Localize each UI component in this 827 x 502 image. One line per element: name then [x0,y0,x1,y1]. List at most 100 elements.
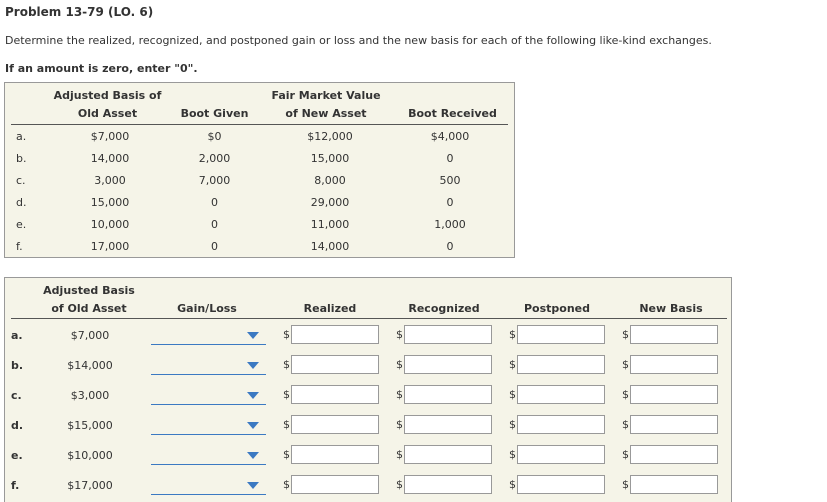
fmv-value: 15,000 [310,152,350,165]
adj-basis-value: 10,000 [90,218,130,231]
row-label: f. [11,479,20,492]
row-label: a. [16,130,27,143]
row-label: c. [16,174,26,187]
new-basis-input[interactable] [630,415,718,434]
adj-basis-value: $3,000 [70,389,110,402]
boot-given-value: 0 [211,196,218,209]
boot-given-value: 2,000 [198,152,231,165]
realized-input[interactable] [291,475,379,494]
realized-input[interactable] [291,385,379,404]
postponed-input[interactable] [517,355,605,374]
new-basis-input[interactable] [630,475,718,494]
realized-currency-symbol: $ [283,358,290,371]
recognized-currency-symbol: $ [396,418,403,431]
new-basis-currency-symbol: $ [622,358,629,371]
row-label: c. [11,389,22,402]
postponed-currency-symbol: $ [509,448,516,461]
new-basis-input[interactable] [630,385,718,404]
realized-input[interactable] [291,355,379,374]
new-basis-input[interactable] [630,355,718,374]
new-basis-input[interactable] [630,325,718,344]
dropdown-underline [151,494,266,495]
boot-given-value: 7,000 [198,174,231,187]
recognized-currency-symbol: $ [396,388,403,401]
ans-col-new-basis: New Basis [639,302,703,315]
postponed-input[interactable] [517,445,605,464]
row-label: b. [11,359,24,372]
new-basis-input[interactable] [630,445,718,464]
recognized-input[interactable] [404,445,492,464]
dropdown-underline [151,374,266,375]
recognized-input[interactable] [404,385,492,404]
postponed-input[interactable] [517,415,605,434]
realized-currency-symbol: $ [283,328,290,341]
recognized-input[interactable] [404,355,492,374]
realized-currency-symbol: $ [283,478,290,491]
postponed-input[interactable] [517,475,605,494]
realized-input[interactable] [291,415,379,434]
boot-received-value: 0 [446,196,454,209]
chevron-down-icon[interactable] [247,422,259,429]
dropdown-underline [151,404,266,405]
col-boot-received: Boot Received [408,107,497,120]
ans-col-realized: Realized [303,302,357,315]
recognized-input[interactable] [404,415,492,434]
chevron-down-icon[interactable] [247,452,259,459]
fmv-value: $12,000 [307,130,353,143]
adj-basis-value: $15,000 [67,419,113,432]
realized-currency-symbol: $ [283,418,290,431]
adj-basis-value: $7,000 [90,130,130,143]
realized-input[interactable] [291,445,379,464]
ans-col-recognized: Recognized [408,302,480,315]
recognized-currency-symbol: $ [396,478,403,491]
row-label: e. [11,449,23,462]
postponed-currency-symbol: $ [509,388,516,401]
realized-input[interactable] [291,325,379,344]
postponed-input[interactable] [517,325,605,344]
instruction-text: Determine the realized, recognized, and … [5,34,712,47]
boot-received-value: 0 [446,240,454,253]
boot-given-value: 0 [211,218,218,231]
recognized-input[interactable] [404,325,492,344]
col-adj-basis-line2: Old Asset [77,107,138,120]
recognized-currency-symbol: $ [396,358,403,371]
postponed-currency-symbol: $ [509,478,516,491]
dropdown-underline [151,344,266,345]
boot-given-value: 0 [211,240,218,253]
dropdown-underline [151,464,266,465]
fmv-value: 11,000 [310,218,350,231]
col-fmv-line1: Fair Market Value [271,89,381,102]
postponed-currency-symbol: $ [509,358,516,371]
answer-header-rule [11,318,727,319]
new-basis-currency-symbol: $ [622,418,629,431]
new-basis-currency-symbol: $ [622,448,629,461]
boot-received-value: $4,000 [430,130,470,143]
chevron-down-icon[interactable] [247,332,259,339]
chevron-down-icon[interactable] [247,482,259,489]
postponed-input[interactable] [517,385,605,404]
fmv-value: 8,000 [314,174,346,187]
boot-received-value: 1,000 [434,218,466,231]
row-label: d. [11,419,24,432]
new-basis-currency-symbol: $ [622,328,629,341]
ans-col-gain-loss: Gain/Loss [177,302,237,315]
adj-basis-value: 15,000 [90,196,130,209]
row-label: a. [11,329,23,342]
adj-basis-value: $14,000 [67,359,113,372]
chevron-down-icon[interactable] [247,392,259,399]
fmv-value: 14,000 [310,240,350,253]
chevron-down-icon[interactable] [247,362,259,369]
fmv-value: 29,000 [310,196,350,209]
row-label: d. [16,196,27,209]
new-basis-currency-symbol: $ [622,478,629,491]
adj-basis-value: $10,000 [67,449,113,462]
adj-basis-value: 3,000 [94,174,126,187]
problem-title: Problem 13-79 (LO. 6) [5,5,154,19]
row-label: b. [16,152,27,165]
postponed-currency-symbol: $ [509,328,516,341]
new-basis-currency-symbol: $ [622,388,629,401]
boot-received-value: 0 [446,152,454,165]
recognized-input[interactable] [404,475,492,494]
col-boot-given: Boot Given [180,107,249,120]
row-label: f. [16,240,23,253]
